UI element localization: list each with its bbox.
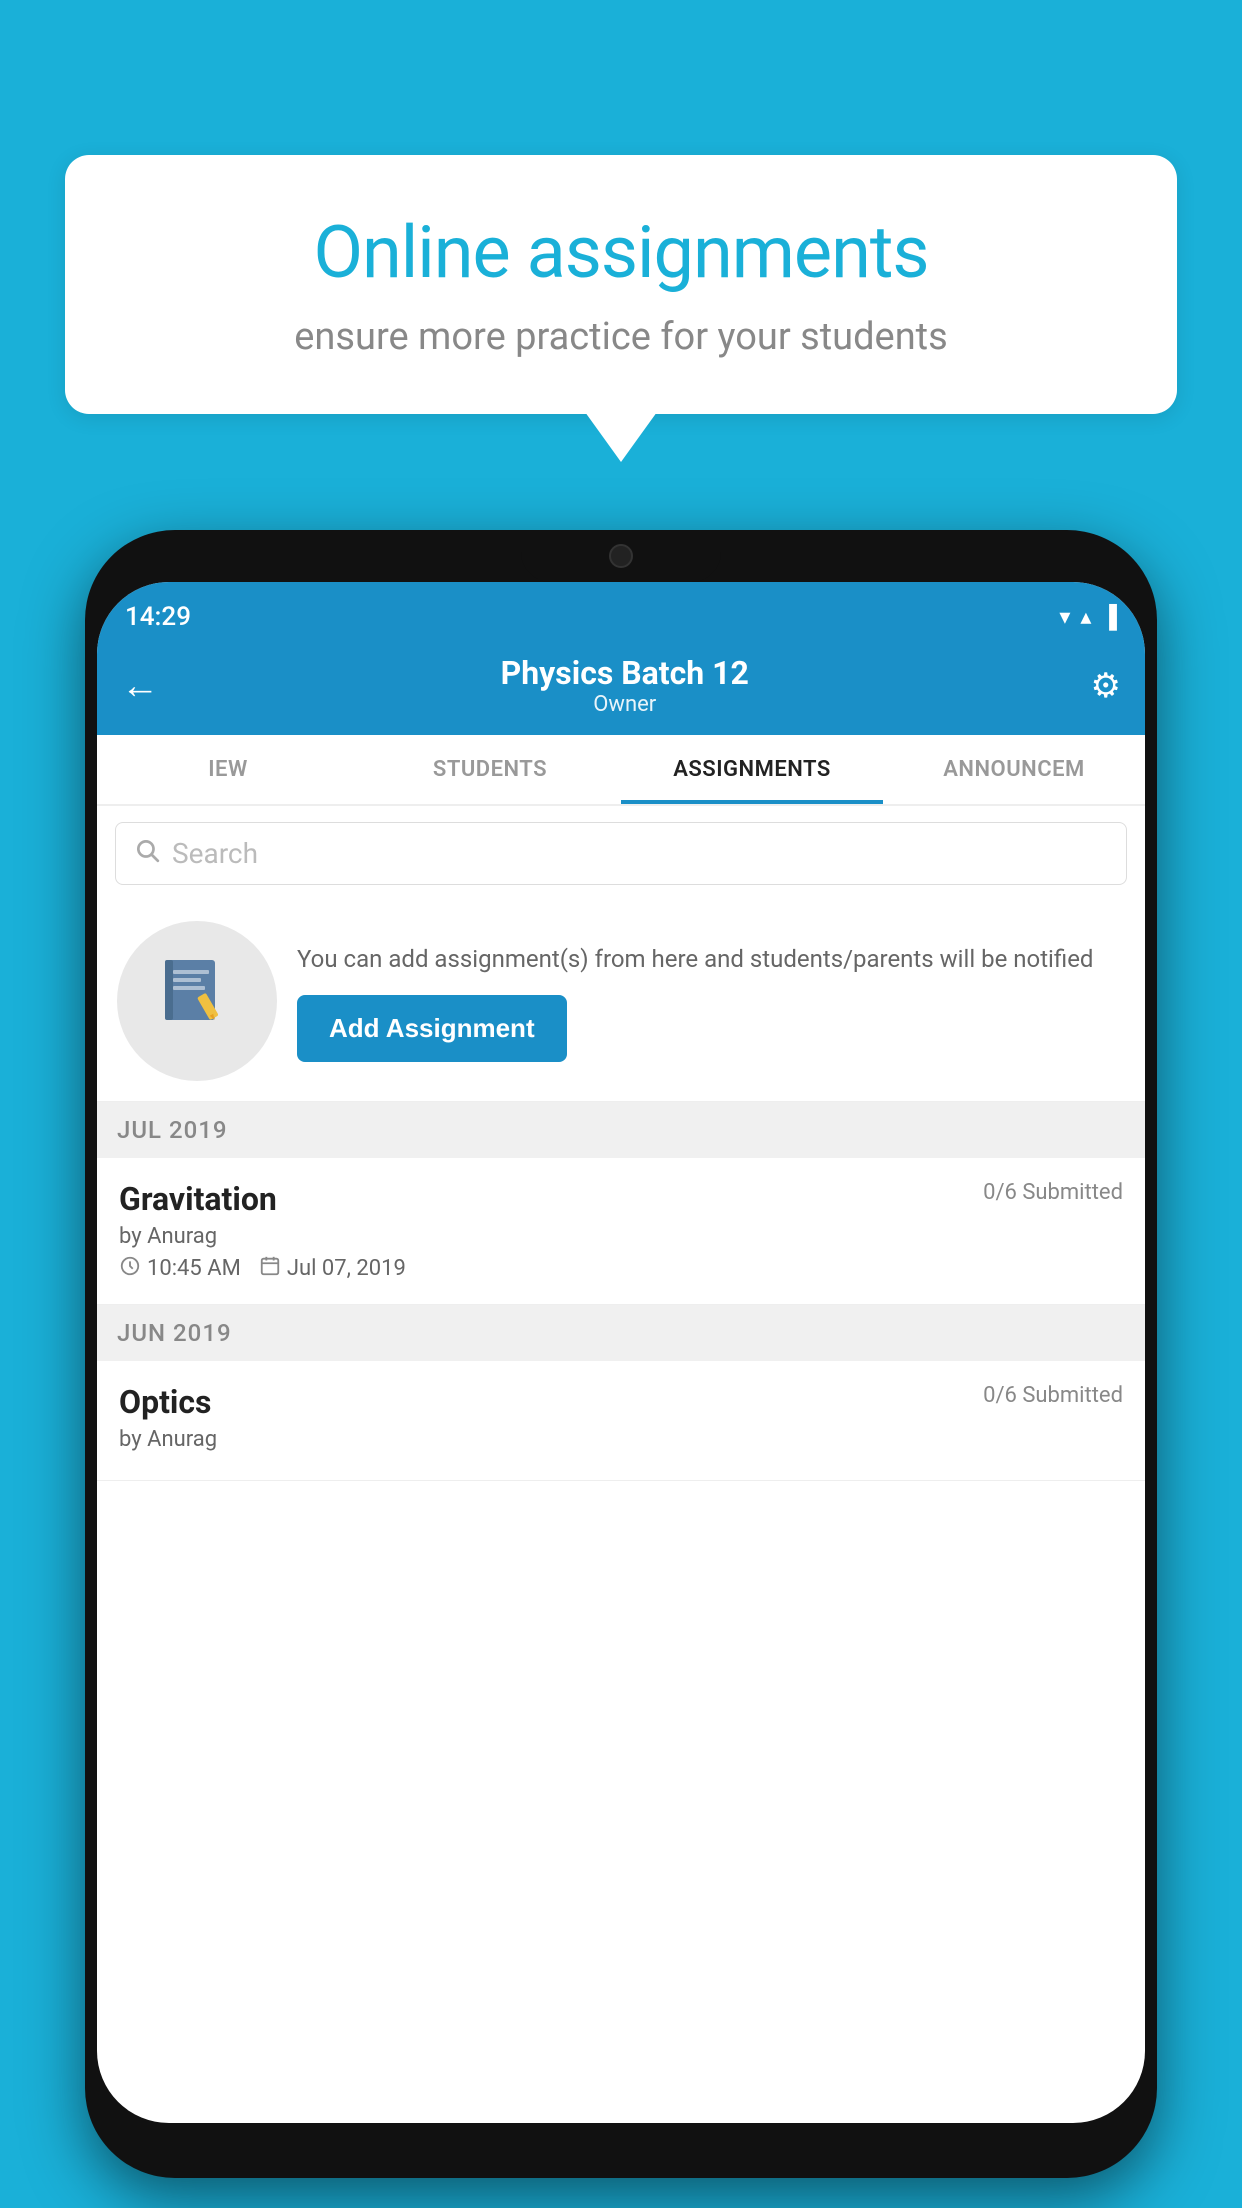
app-header: ← Physics Batch 12 Owner ⚙ <box>97 642 1145 735</box>
speech-bubble-subtitle: ensure more practice for your students <box>125 315 1117 359</box>
settings-icon[interactable]: ⚙ <box>1091 666 1121 706</box>
calendar-icon <box>259 1255 281 1282</box>
assignment-meta-gravitation: 10:45 AM Jul 07, 2019 <box>119 1255 1123 1282</box>
tab-iew[interactable]: IEW <box>97 735 359 804</box>
section-label-jun: JUN 2019 <box>117 1319 232 1347</box>
speech-bubble: Online assignments ensure more practice … <box>65 155 1177 414</box>
section-label-jul: JUL 2019 <box>117 1116 228 1144</box>
batch-subtitle: Owner <box>501 692 749 717</box>
wifi-icon: ▾ <box>1059 605 1070 630</box>
assignment-date-gravitation: Jul 07, 2019 <box>259 1255 406 1282</box>
phone-camera <box>609 544 633 568</box>
assignment-submitted-optics: 0/6 Submitted <box>983 1383 1123 1408</box>
section-header-jul: JUL 2019 <box>97 1102 1145 1158</box>
speech-bubble-container: Online assignments ensure more practice … <box>65 155 1177 414</box>
notebook-icon <box>157 952 237 1050</box>
status-bar: 14:29 ▾ ▴ ▐ <box>97 582 1145 642</box>
assignment-author-gravitation: by Anurag <box>119 1224 1123 1249</box>
promo-section: You can add assignment(s) from here and … <box>97 901 1145 1102</box>
speech-bubble-title: Online assignments <box>125 210 1117 295</box>
battery-icon: ▐ <box>1101 604 1117 630</box>
assignment-time-text-gravitation: 10:45 AM <box>147 1256 241 1281</box>
back-button[interactable]: ← <box>121 664 159 708</box>
assignment-item-optics[interactable]: Optics 0/6 Submitted by Anurag <box>97 1361 1145 1481</box>
add-assignment-button[interactable]: Add Assignment <box>297 995 567 1062</box>
phone-screen: 14:29 ▾ ▴ ▐ ← Physics Batch 12 Owner ⚙ I… <box>97 582 1145 2123</box>
promo-text-block: You can add assignment(s) from here and … <box>297 941 1125 1062</box>
search-icon <box>134 837 160 870</box>
search-input-wrapper[interactable]: Search <box>115 822 1127 885</box>
promo-description: You can add assignment(s) from here and … <box>297 941 1125 977</box>
assignment-time-gravitation: 10:45 AM <box>119 1255 241 1282</box>
phone-notch <box>521 530 721 582</box>
clock-icon <box>119 1255 141 1282</box>
search-container: Search <box>97 806 1145 901</box>
assignment-submitted-gravitation: 0/6 Submitted <box>983 1180 1123 1205</box>
tab-assignments[interactable]: ASSIGNMENTS <box>621 735 883 804</box>
batch-title: Physics Batch 12 <box>501 654 749 692</box>
assignment-author-optics: by Anurag <box>119 1427 1123 1452</box>
tab-students[interactable]: STUDENTS <box>359 735 621 804</box>
phone-frame: 14:29 ▾ ▴ ▐ ← Physics Batch 12 Owner ⚙ I… <box>85 530 1157 2178</box>
tab-bar: IEW STUDENTS ASSIGNMENTS ANNOUNCEM <box>97 735 1145 806</box>
assignment-title-gravitation: Gravitation <box>119 1180 277 1218</box>
promo-icon-circle <box>117 921 277 1081</box>
header-title-block: Physics Batch 12 Owner <box>501 654 749 717</box>
assignment-date-text-gravitation: Jul 07, 2019 <box>287 1256 406 1281</box>
search-placeholder: Search <box>172 837 258 870</box>
status-icons: ▾ ▴ ▐ <box>1059 604 1117 630</box>
assignment-item-gravitation[interactable]: Gravitation 0/6 Submitted by Anurag 10:4… <box>97 1158 1145 1305</box>
tab-announcements[interactable]: ANNOUNCEM <box>883 735 1145 804</box>
assignment-top-row: Gravitation 0/6 Submitted <box>119 1180 1123 1218</box>
status-time: 14:29 <box>125 602 191 632</box>
assignment-title-optics: Optics <box>119 1383 211 1421</box>
signal-icon: ▴ <box>1080 605 1091 630</box>
assignment-top-row-optics: Optics 0/6 Submitted <box>119 1383 1123 1421</box>
section-header-jun: JUN 2019 <box>97 1305 1145 1361</box>
